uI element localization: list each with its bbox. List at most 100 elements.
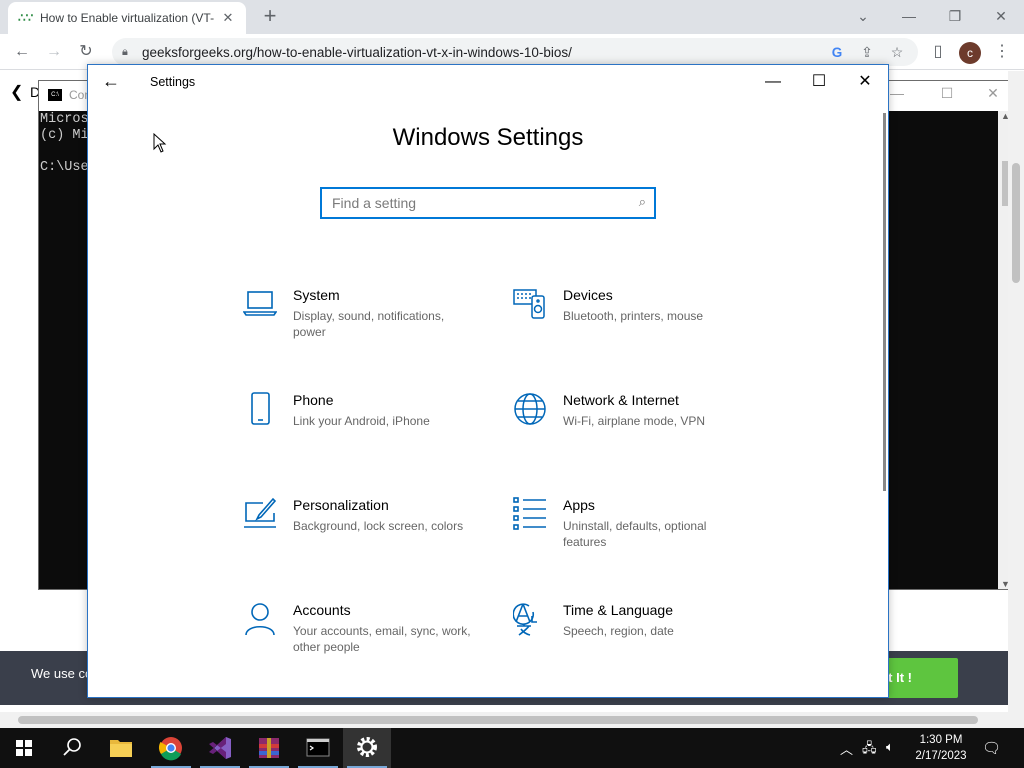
windows-taskbar: ︿ 🖧︎ 🔈︎ 1:30 PM 2/17/2023 🗨︎ bbox=[0, 728, 1024, 768]
settings-window: ← Settings — ☐ ✕ Windows Settings ⌕ Syst… bbox=[87, 64, 889, 698]
category-accounts[interactable]: Accounts Your accounts, email, sync, wor… bbox=[243, 602, 483, 672]
settings-window-title: Settings bbox=[150, 75, 196, 89]
settings-back-arrow-icon[interactable]: ← bbox=[102, 71, 120, 92]
cmd-app-icon: C:\ bbox=[48, 89, 62, 101]
browser-tabstrip: ∴∵ How to Enable virtualization (VT- ✕ +… bbox=[0, 0, 1024, 34]
clock-time: 1:30 PM bbox=[919, 734, 963, 746]
side-panel-icon[interactable]: ▯ bbox=[926, 40, 950, 64]
search-input[interactable] bbox=[322, 189, 622, 217]
person-icon bbox=[243, 602, 277, 636]
settings-minimize-button[interactable]: — bbox=[750, 71, 796, 93]
category-phone[interactable]: Phone Link your Android, iPhone bbox=[243, 392, 483, 462]
category-desc: Display, sound, notifications, power bbox=[293, 309, 445, 339]
cmd-terminal-output[interactable]: Micros (c) Mi C:\Use bbox=[40, 112, 89, 176]
cmd-line: (c) Mi bbox=[40, 128, 89, 143]
taskbar-winrar[interactable] bbox=[245, 728, 293, 768]
cmd-line bbox=[40, 144, 89, 160]
taskbar-settings[interactable] bbox=[343, 728, 391, 768]
close-browser-button[interactable]: ✕ bbox=[981, 4, 1021, 28]
address-bar[interactable]: 🔒︎ geeksforgeeks.org/how-to-enable-virtu… bbox=[112, 38, 918, 66]
cmd-line: Micros bbox=[40, 112, 89, 127]
cookie-text: We use co bbox=[31, 666, 93, 681]
phone-icon bbox=[243, 392, 277, 426]
cmd-line: C:\Use bbox=[40, 160, 89, 175]
search-icon bbox=[63, 738, 81, 756]
apps-list-icon bbox=[513, 497, 547, 531]
taskbar-clock[interactable]: 1:30 PM 2/17/2023 bbox=[910, 732, 972, 764]
laptop-icon bbox=[242, 287, 278, 321]
page-horizontal-scrollbar[interactable] bbox=[0, 712, 1024, 728]
visual-studio-icon bbox=[209, 737, 231, 759]
category-name: Devices bbox=[563, 287, 613, 303]
category-network[interactable]: Network & Internet Wi-Fi, airplane mode,… bbox=[513, 392, 753, 462]
page-hscroll-thumb[interactable] bbox=[18, 716, 978, 724]
category-name: Network & Internet bbox=[563, 392, 679, 408]
category-apps[interactable]: Apps Uninstall, defaults, optional featu… bbox=[513, 497, 753, 567]
category-name: Accounts bbox=[293, 602, 351, 618]
settings-maximize-button[interactable]: ☐ bbox=[796, 71, 842, 93]
windows-logo-icon bbox=[16, 740, 32, 756]
page-title: Windows Settings bbox=[392, 124, 584, 151]
taskbar-command-prompt[interactable] bbox=[294, 728, 342, 768]
category-name: Personalization bbox=[293, 497, 389, 513]
personalization-icon bbox=[243, 497, 277, 531]
back-arrow-icon[interactable]: ← bbox=[10, 40, 34, 64]
bookmark-star-icon[interactable]: ☆ bbox=[886, 44, 908, 61]
tab-search-icon[interactable]: ⌄ bbox=[843, 4, 883, 28]
category-system[interactable]: System Display, sound, notifications, po… bbox=[242, 287, 483, 357]
settings-scrollbar[interactable] bbox=[883, 113, 886, 491]
close-tab-icon[interactable]: ✕ bbox=[220, 10, 236, 26]
devices-icon bbox=[513, 287, 547, 321]
category-desc: Bluetooth, printers, mouse bbox=[563, 309, 704, 323]
show-hidden-icons-chevron-icon[interactable]: ︿ bbox=[840, 739, 853, 758]
browser-tab[interactable]: ∴∵ How to Enable virtualization (VT- ✕ bbox=[8, 2, 246, 34]
clock-date: 2/17/2023 bbox=[915, 750, 967, 762]
start-button[interactable] bbox=[0, 728, 48, 768]
category-name: Time & Language bbox=[563, 602, 673, 618]
page-scroll-thumb[interactable] bbox=[1012, 163, 1020, 283]
globe-icon bbox=[513, 392, 547, 426]
settings-gear-icon bbox=[357, 737, 377, 757]
category-devices[interactable]: Devices Bluetooth, printers, mouse bbox=[513, 287, 753, 357]
forward-arrow-icon[interactable]: → bbox=[42, 40, 66, 64]
mouse-pointer-icon bbox=[153, 133, 167, 153]
file-explorer-icon bbox=[110, 740, 132, 757]
taskbar-visual-studio[interactable] bbox=[196, 728, 244, 768]
category-name: System bbox=[293, 287, 340, 303]
profile-avatar[interactable]: c bbox=[959, 42, 981, 64]
chrome-icon bbox=[158, 737, 182, 761]
cmd-maximize-button[interactable]: ☐ bbox=[927, 85, 967, 102]
kebab-menu-icon[interactable]: ⋮ bbox=[990, 40, 1014, 64]
cmd-close-button[interactable]: ✕ bbox=[973, 85, 1013, 102]
category-desc: Your accounts, email, sync, work, other … bbox=[293, 624, 471, 654]
category-desc: Wi-Fi, airplane mode, VPN bbox=[563, 414, 706, 428]
url-text: geeksforgeeks.org/how-to-enable-virtuali… bbox=[142, 44, 572, 60]
page-back-chevron-icon[interactable]: ❮ bbox=[10, 82, 23, 102]
terminal-icon bbox=[306, 738, 330, 757]
reload-icon[interactable]: ↻ bbox=[74, 40, 98, 64]
category-personalization[interactable]: Personalization Background, lock screen,… bbox=[243, 497, 483, 567]
action-center-icon[interactable]: 🗨︎ bbox=[982, 739, 1001, 757]
category-name: Apps bbox=[563, 497, 595, 513]
category-desc: Link your Android, iPhone bbox=[293, 414, 430, 428]
category-desc: Uninstall, defaults, optional features bbox=[563, 519, 707, 549]
category-desc: Background, lock screen, colors bbox=[293, 519, 464, 533]
taskbar-file-explorer[interactable] bbox=[97, 728, 145, 768]
new-tab-button[interactable]: + bbox=[258, 4, 282, 28]
page-vertical-scrollbar[interactable] bbox=[1008, 71, 1024, 713]
search-icon[interactable]: ⌕ bbox=[639, 194, 646, 210]
search-taskbar-button[interactable] bbox=[48, 728, 96, 768]
restore-browser-button[interactable]: ❐ bbox=[935, 4, 975, 28]
settings-search-box[interactable]: ⌕ bbox=[320, 187, 656, 219]
taskbar-chrome[interactable] bbox=[147, 728, 195, 768]
minimize-browser-button[interactable]: — bbox=[889, 4, 929, 28]
share-icon[interactable]: ⇪ bbox=[856, 44, 878, 61]
category-time-language[interactable]: Time & Language Speech, region, date bbox=[512, 602, 753, 672]
google-lens-icon[interactable]: G bbox=[826, 45, 848, 60]
lock-icon: 🔒︎ bbox=[122, 45, 128, 58]
winrar-icon bbox=[259, 738, 279, 758]
volume-tray-icon[interactable]: 🔈︎ bbox=[886, 739, 894, 755]
tab-title: How to Enable virtualization (VT- bbox=[40, 11, 215, 25]
network-tray-icon[interactable]: 🖧︎ bbox=[862, 739, 877, 761]
settings-close-button[interactable]: ✕ bbox=[842, 71, 888, 93]
